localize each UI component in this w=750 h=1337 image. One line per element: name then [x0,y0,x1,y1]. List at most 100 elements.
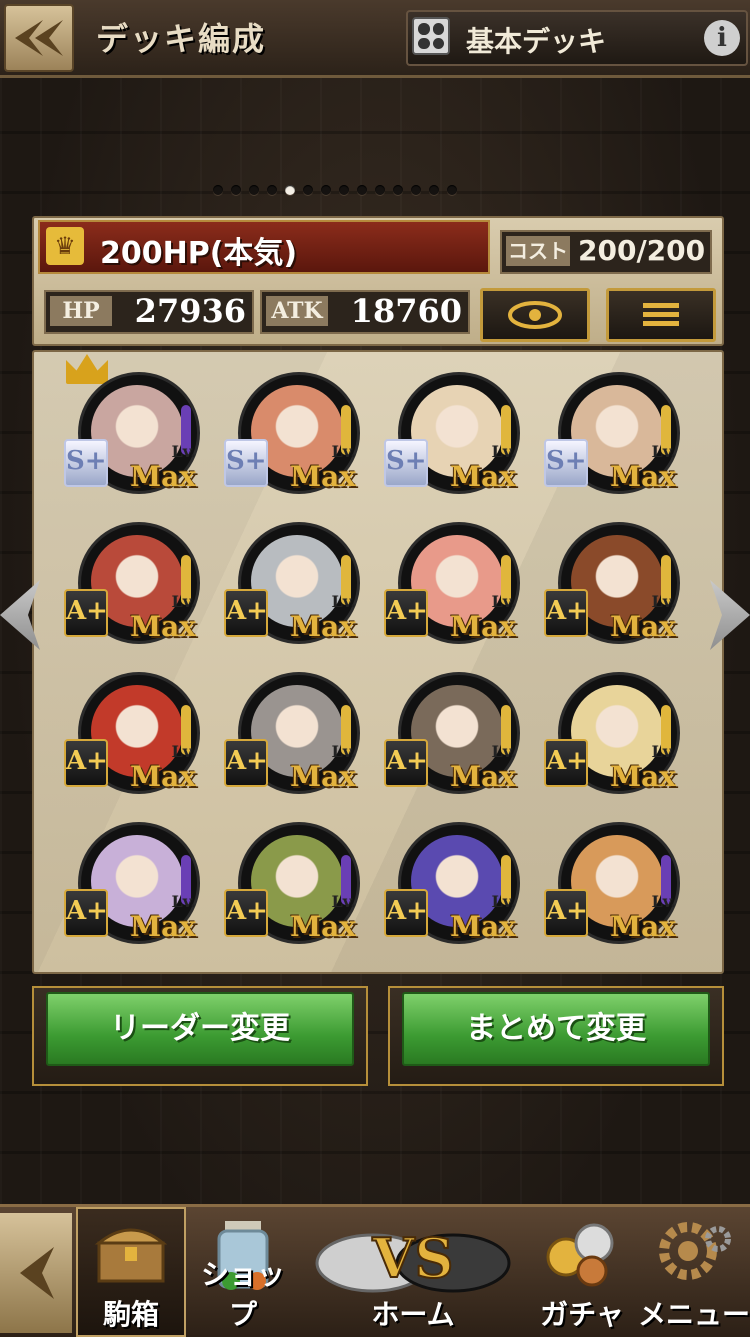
page-dot [339,185,349,195]
footer-back-button[interactable] [0,1213,72,1333]
change-leader-button[interactable]: リーダー変更 [46,992,354,1066]
gear-icon [654,1217,734,1297]
level-label: Lv. [651,592,676,611]
level-value: Max [450,910,516,943]
character-grid: S+ Lv. Max S+ Lv. Max S+ Lv. Max S+ Lv. Max A+ Lv. Max… [32,350,724,974]
page-dot [357,185,367,195]
info-icon[interactable]: i [704,20,740,56]
level-value: Max [130,910,196,943]
level-label: Lv. [171,592,196,611]
nav-item-chest[interactable]: 駒箱 [76,1207,186,1337]
atk-label: ATK [266,296,328,326]
rank-badge: S+ [224,439,268,487]
rank-badge: A+ [64,739,108,787]
rank-badge: S+ [64,439,108,487]
nav-item-coins[interactable]: ガチャ [528,1207,636,1337]
level-label: Lv. [651,892,676,911]
cost-value: 200/200 [578,234,706,267]
character-slot[interactable]: S+ Lv. Max [40,354,200,501]
nav-item-vs[interactable]: VS ホーム [300,1207,526,1337]
level-value: Max [130,610,196,643]
level-label: Lv. [491,592,516,611]
level-value: Max [290,610,356,643]
character-slot[interactable]: A+ Lv. Max [40,806,200,951]
nav-label: 駒箱 [102,1298,159,1331]
vs-icon: VS [313,1217,513,1297]
back-chevron-icon [20,1247,54,1299]
level-value: Max [450,610,516,643]
atk-value: 18760 [350,292,462,330]
chest-icon [91,1217,171,1297]
character-slot[interactable]: A+ Lv. Max [200,806,360,951]
rank-badge: A+ [384,889,428,937]
character-slot[interactable]: A+ Lv. Max [40,506,200,651]
rank-badge: S+ [544,439,588,487]
eye-icon [508,301,562,329]
level-label: Lv. [171,742,196,761]
header-bar: デッキ編成 基本デッキ i [0,0,750,78]
coins-icon [542,1217,622,1297]
hp-label: HP [50,296,112,326]
level-label: Lv. [651,742,676,761]
level-label: Lv. [491,442,516,461]
rank-badge: A+ [544,739,588,787]
nav-item-shop-jar[interactable]: ショップ [188,1207,298,1337]
page-indicator [213,185,457,195]
page-dot [267,185,277,195]
level-value: Max [290,760,356,793]
hp-box: HP 27936 [44,290,254,334]
deck-grid-icon [412,17,450,55]
level-value: Max [290,910,356,943]
level-value: Max [130,760,196,793]
deck-selector[interactable]: 基本デッキ i [406,10,748,66]
character-slot[interactable]: A+ Lv. Max [40,656,200,801]
page-dot [429,185,439,195]
level-value: Max [610,760,676,793]
page-dot [447,185,457,195]
rank-badge: A+ [384,589,428,637]
rank-badge: A+ [384,739,428,787]
rank-badge: A+ [544,589,588,637]
deck-label: ♛ 200HP(本気) [38,220,490,274]
back-button[interactable] [4,4,74,72]
character-slot[interactable]: A+ Lv. Max [200,656,360,801]
nav-item-gear[interactable]: メニュー [638,1207,750,1337]
change-leader-frame: リーダー変更 [32,986,368,1086]
level-label: Lv. [331,742,356,761]
character-slot[interactable]: A+ Lv. Max [520,506,680,651]
rank-badge: S+ [384,439,428,487]
back-arrow-icon [15,20,63,56]
deck-name: 基本デッキ [466,25,607,58]
page-dot [321,185,331,195]
level-label: Lv. [331,592,356,611]
character-slot[interactable]: A+ Lv. Max [520,806,680,951]
level-value: Max [290,460,356,493]
character-slot[interactable]: A+ Lv. Max [200,506,360,651]
character-slot[interactable]: S+ Lv. Max [520,356,680,501]
rank-badge: A+ [64,889,108,937]
level-value: Max [450,760,516,793]
nav-label: ショップ [200,1258,285,1331]
character-slot[interactable]: A+ Lv. Max [360,506,520,651]
page-dot [285,185,295,195]
rank-badge: A+ [64,589,108,637]
level-label: Lv. [171,442,196,461]
character-slot[interactable]: S+ Lv. Max [360,356,520,501]
level-value: Max [450,460,516,493]
level-label: Lv. [171,892,196,911]
level-value: Max [610,910,676,943]
page-dot [393,185,403,195]
page-dot [231,185,241,195]
character-slot[interactable]: S+ Lv. Max [200,356,360,501]
bulk-change-frame: まとめて変更 [388,986,724,1086]
view-button[interactable] [480,288,590,342]
level-label: Lv. [491,892,516,911]
bulk-change-button[interactable]: まとめて変更 [402,992,710,1066]
menu-list-button[interactable] [606,288,716,342]
page-dot [249,185,259,195]
character-slot[interactable]: A+ Lv. Max [360,656,520,801]
character-slot[interactable]: A+ Lv. Max [520,656,680,801]
cost-label: コスト [506,236,570,266]
nav-label: ホーム [371,1298,455,1331]
character-slot[interactable]: A+ Lv. Max [360,806,520,951]
